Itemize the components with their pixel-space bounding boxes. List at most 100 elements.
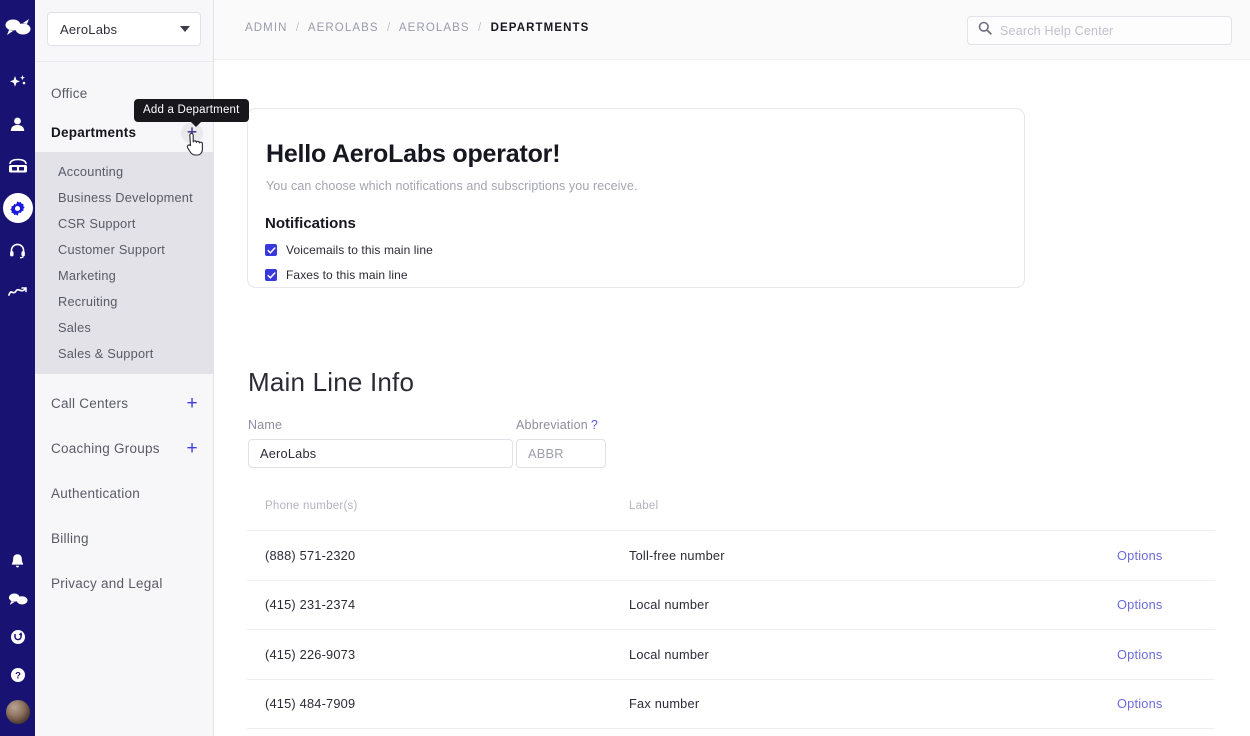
svg-text:?: ? [15, 671, 21, 682]
sidebar-item-coaching-groups[interactable]: Coaching Groups + [35, 429, 213, 468]
options-link[interactable]: Options [1117, 548, 1163, 563]
sidebar-item-label: Coaching Groups [51, 441, 160, 456]
checkbox-row-voicemails[interactable]: Voicemails to this main line [265, 243, 1024, 257]
options-link[interactable]: Options [1117, 597, 1163, 612]
notifications-card: Hello AeroLabs operator! You can choose … [247, 108, 1025, 288]
checkbox-row-faxes[interactable]: Faxes to this main line [265, 268, 1024, 282]
breadcrumb-item-admin[interactable]: ADMIN [245, 22, 288, 34]
list-item[interactable]: Sales [35, 314, 213, 340]
headset-icon[interactable] [3, 235, 33, 265]
person-icon[interactable] [3, 109, 33, 139]
sidebar-item-label: Call Centers [51, 396, 129, 411]
analytics-trend-icon[interactable] [3, 277, 33, 307]
sidebar-item-authentication[interactable]: Authentication [35, 474, 213, 513]
mouse-cursor-pointer-icon [186, 132, 206, 162]
table-header-row: Phone number(s) Label [247, 500, 1215, 530]
sidebar-item-label: Privacy and Legal [51, 576, 163, 591]
cell-phone-number: (888) 571-2320 [265, 547, 356, 563]
gear-icon[interactable] [3, 193, 33, 223]
sidebar-item-label: Billing [51, 531, 89, 546]
name-field-label: Name [248, 418, 283, 432]
breadcrumb-separator: / [478, 22, 483, 34]
bell-icon[interactable] [3, 546, 33, 576]
sidebar-item-billing[interactable]: Billing [35, 519, 213, 558]
help-center-search[interactable] [967, 16, 1232, 45]
top-header: ADMIN / AEROLABS / AEROLABS / DEPARTMENT… [214, 0, 1250, 60]
search-icon [978, 21, 992, 40]
sidebar-item-label: Authentication [51, 486, 141, 501]
cell-actions: Options [1117, 548, 1215, 563]
help-question-icon[interactable]: ? [591, 418, 598, 432]
add-coaching-group-button[interactable]: + [185, 439, 199, 458]
breadcrumb-item-aerolabs-2[interactable]: AEROLABS [399, 22, 470, 34]
list-item[interactable]: Customer Support [35, 236, 213, 262]
left-icon-rail: ? [0, 0, 35, 736]
breadcrumb-item-aerolabs-1[interactable]: AEROLABS [308, 22, 379, 34]
smiley-circle-icon[interactable] [3, 622, 33, 652]
sparkle-ai-icon[interactable] [3, 67, 33, 97]
cell-label: Local number [629, 646, 709, 662]
checkbox-label: Faxes to this main line [286, 268, 408, 282]
cell-phone-number: (415) 484-7909 [265, 696, 356, 712]
list-item[interactable]: Recruiting [35, 288, 213, 314]
options-link[interactable]: Options [1117, 647, 1163, 662]
cell-label: Local number [629, 597, 709, 613]
name-field-group: Name AeroLabs [248, 418, 513, 468]
table-row: (415) 484-7909 Fax number Options [247, 678, 1215, 729]
question-mark-circle-icon[interactable]: ? [3, 660, 33, 690]
abbreviation-field-label: Abbreviation? [516, 418, 606, 432]
rail-bottom-group: ? [0, 546, 35, 730]
desk-phone-icon[interactable] [3, 151, 33, 181]
user-avatar[interactable] [5, 700, 30, 724]
sidebar-item-label: Office [51, 86, 88, 101]
list-item[interactable]: Business Development [35, 184, 213, 210]
table-row: (888) 571-2320 Toll-free number Options [247, 530, 1215, 580]
cell-label: Toll-free number [629, 547, 725, 563]
breadcrumb-item-current: DEPARTMENTS [490, 22, 590, 34]
card-title: Hello AeroLabs operator! [266, 140, 561, 168]
table-row: (415) 231-2374 Local number Options [247, 579, 1215, 630]
checkbox-label: Voicemails to this main line [286, 243, 433, 257]
page-title: Main Line Info [248, 367, 415, 397]
cell-actions: Options [1117, 647, 1215, 662]
app-logo-icon[interactable] [5, 18, 31, 41]
checkbox-checked-icon[interactable] [265, 244, 277, 256]
sidebar-item-privacy-and-legal[interactable]: Privacy and Legal [35, 564, 213, 603]
checkbox-checked-icon[interactable] [265, 269, 277, 281]
sidebar-item-label: Departments [51, 125, 137, 140]
card-subtitle: You can choose which notifications and s… [266, 179, 638, 193]
app-root: ? AeroLabs Office Departments + Accounti… [0, 0, 1250, 736]
list-item[interactable]: Marketing [35, 262, 213, 288]
sidebar-item-call-centers[interactable]: Call Centers + [35, 384, 213, 423]
abbreviation-input[interactable]: ABBR [516, 439, 606, 468]
options-link[interactable]: Options [1117, 696, 1163, 711]
table-bottom-border [247, 728, 1215, 729]
chat-bubbles-icon[interactable] [3, 584, 33, 614]
phone-numbers-table: Phone number(s) Label (888) 571-2320 Tol… [247, 500, 1215, 729]
abbreviation-label-text: Abbreviation [516, 418, 588, 432]
cell-phone-number: (415) 231-2374 [265, 597, 356, 613]
abbreviation-field-group: Abbreviation? ABBR [516, 418, 606, 468]
main-content: Hello AeroLabs operator! You can choose … [214, 60, 1250, 736]
list-item[interactable]: Sales & Support [35, 340, 213, 366]
column-header-phone-numbers: Phone number(s) [265, 500, 358, 512]
breadcrumb-separator: / [386, 22, 392, 34]
name-input[interactable]: AeroLabs [248, 439, 513, 468]
cell-actions: Options [1117, 597, 1215, 612]
cell-label: Fax number [629, 696, 700, 712]
cell-phone-number: (415) 226-9073 [265, 646, 356, 662]
breadcrumb: ADMIN / AEROLABS / AEROLABS / DEPARTMENT… [245, 22, 589, 34]
notifications-heading: Notifications [265, 215, 356, 232]
list-item[interactable]: CSR Support [35, 210, 213, 236]
add-department-tooltip: Add a Department [134, 99, 249, 127]
org-selector-value: AeroLabs [60, 21, 118, 37]
search-input[interactable] [1000, 23, 1210, 38]
chevron-down-icon [180, 26, 190, 32]
cell-actions: Options [1117, 696, 1215, 711]
column-header-label: Label [629, 500, 659, 512]
table-row: (415) 226-9073 Local number Options [247, 629, 1215, 679]
add-call-center-button[interactable]: + [185, 394, 199, 413]
org-selector-wrap: AeroLabs [35, 0, 213, 62]
departments-sublist: Accounting Business Development CSR Supp… [35, 152, 213, 374]
org-selector[interactable]: AeroLabs [47, 12, 201, 46]
